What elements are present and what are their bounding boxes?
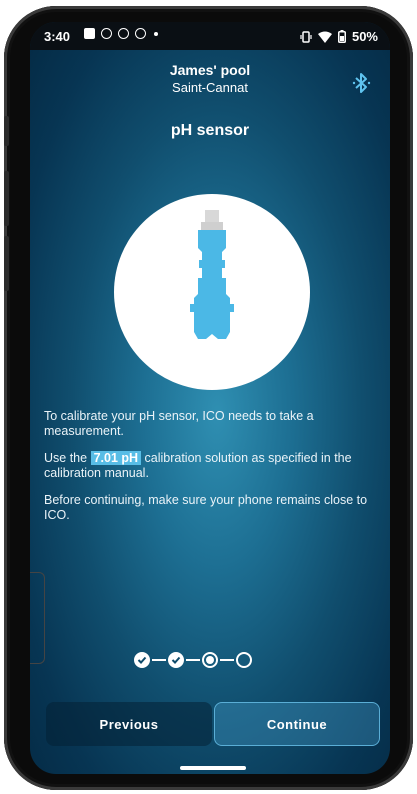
continue-button[interactable]: Continue (214, 702, 380, 746)
step-current-icon (202, 652, 218, 668)
side-button (4, 171, 9, 226)
pool-name: James' pool (169, 62, 251, 78)
step-done-icon (134, 652, 150, 668)
side-button (4, 116, 9, 146)
home-indicator[interactable] (180, 766, 246, 770)
instruction-text: Use the (44, 451, 91, 465)
dot-icon (154, 31, 158, 36)
wifi-icon (317, 31, 332, 43)
step-connector (220, 659, 234, 661)
sync-icon (135, 28, 146, 39)
bluetooth-icon[interactable] (352, 72, 372, 94)
gallery-icon (84, 28, 95, 39)
step-connector (152, 659, 166, 661)
ph-sensor-icon (190, 210, 234, 339)
status-bar: 3:40 50% (30, 22, 390, 50)
instruction-paragraph: Before continuing, make sure your phone … (44, 493, 368, 522)
step-pending-icon (236, 652, 252, 668)
status-time: 3:40 (44, 29, 71, 44)
page-title: pH sensor (170, 122, 250, 139)
sensor-illustration (114, 194, 310, 390)
vibrate-icon (300, 30, 312, 43)
edge-handle[interactable] (30, 572, 45, 664)
action-buttons: Previous Continue (30, 702, 390, 746)
battery-icon (337, 30, 346, 43)
app-screen: 3:40 50% James' pool Saint-Cannat pH sen… (30, 22, 390, 774)
ph-value-highlight: 7.01 pH (90, 451, 142, 465)
step-connector (186, 659, 200, 661)
pool-header: James' pool Saint-Cannat (30, 62, 390, 95)
step-done-icon (168, 652, 184, 668)
progress-stepper (134, 652, 252, 668)
instruction-paragraph: Use the 7.01 pH calibration solution as … (44, 451, 374, 481)
battery-percent: 50% (351, 29, 378, 44)
instruction-paragraph: To calibrate your pH sensor, ICO needs t… (44, 409, 314, 438)
cloud-icon (101, 28, 112, 39)
previous-button[interactable]: Previous (46, 702, 212, 746)
cloud-icon (118, 28, 129, 39)
side-button (4, 236, 9, 291)
instructions-text: To calibrate your pH sensor, ICO needs t… (44, 409, 374, 535)
pool-location: Saint-Cannat (172, 80, 248, 95)
